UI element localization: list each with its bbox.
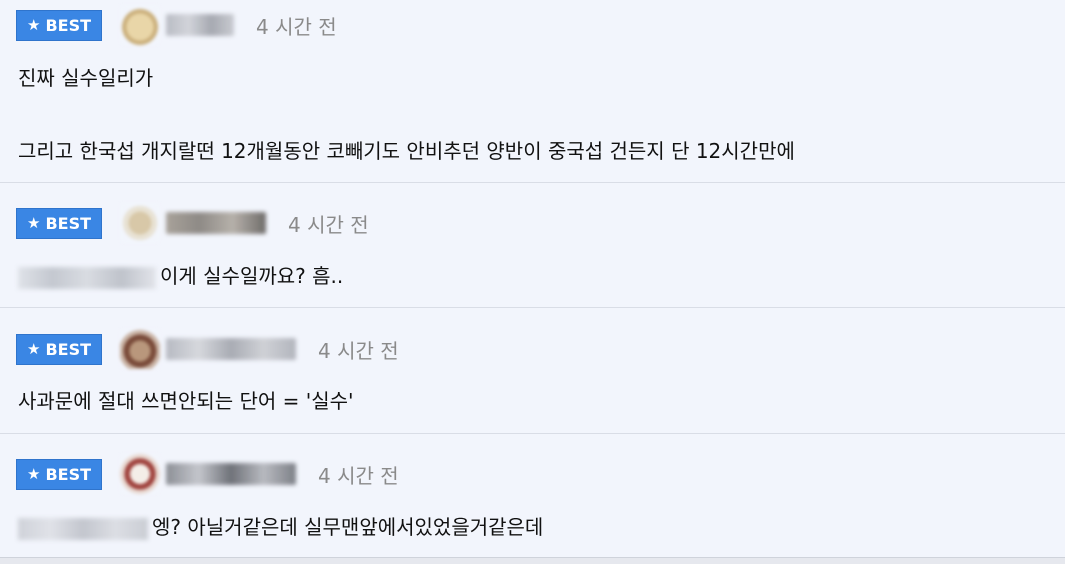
star-icon: ★ [26,340,41,358]
comment-text: 진짜 실수일리가 [18,66,154,90]
star-icon: ★ [26,465,41,483]
timestamp: 4 시간 전 [318,463,399,488]
comment-text: 그리고 한국섭 개지랄떤 12개월동안 코빼기도 안비추던 양반이 중국섭 건든… [18,139,795,163]
best-badge-label: BEST [45,464,91,484]
comment-header: ★ BEST 4 시간 전 [16,454,399,494]
divider [0,433,1065,434]
best-badge-label: BEST [45,339,91,359]
timestamp: 4 시간 전 [256,14,337,39]
username[interactable] [166,14,234,36]
star-icon: ★ [26,16,41,34]
avatar[interactable] [120,203,160,243]
comment-text: 이게 실수일까요? 흠.. [18,260,343,289]
best-badge-label: BEST [45,213,91,233]
blurred-mention [18,266,156,289]
best-badge: ★ BEST [16,207,102,239]
timestamp: 4 시간 전 [288,212,369,237]
username[interactable] [166,212,266,234]
timestamp: 4 시간 전 [318,338,399,363]
comment-text: 엥? 아닐거같은데 실무맨앞에서있었을거같은데 [18,511,543,540]
comment-text: 사과문에 절대 쓰면안되는 단어 = '실수' [18,389,354,413]
blurred-mention [18,517,148,540]
star-icon: ★ [26,214,41,232]
best-badge: ★ BEST [16,458,102,490]
best-badge: ★ BEST [16,9,102,41]
username[interactable] [166,338,296,360]
best-badge-label: BEST [45,15,91,35]
username[interactable] [166,463,296,485]
comment-header: ★ BEST 4 시간 전 [16,329,399,369]
comment-header: ★ BEST 4 시간 전 [16,203,369,243]
avatar[interactable] [120,5,160,45]
comment-text-body: 엥? 아닐거같은데 실무맨앞에서있었을거같은데 [152,515,544,539]
avatar[interactable] [120,454,160,494]
avatar[interactable] [120,329,160,369]
comment-header: ★ BEST 4 시간 전 [16,5,337,45]
best-badge: ★ BEST [16,333,102,365]
comment-text-body: 이게 실수일까요? 흠.. [160,264,344,288]
divider [0,307,1065,308]
divider [0,182,1065,183]
